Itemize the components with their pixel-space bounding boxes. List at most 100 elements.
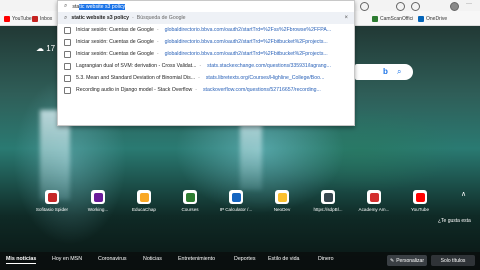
- tile-label: YouTube: [410, 207, 430, 212]
- quick-link-tile[interactable]: Academy Am...: [354, 190, 394, 230]
- tile-icon: [91, 190, 105, 204]
- tile-icon: [413, 190, 427, 204]
- favorite-label: YouTube: [12, 16, 32, 22]
- tile-icon: [275, 190, 289, 204]
- quick-link-tile[interactable]: Working...: [78, 190, 118, 230]
- personalize-button[interactable]: ✎ Personalizar: [387, 255, 427, 266]
- suggestion-item[interactable]: 5.3. Mean and Standard Deviation of Bino…: [58, 72, 354, 84]
- suggestion-title: Iniciar sesión: Cuentas de Google: [76, 39, 154, 45]
- quick-link-tile[interactable]: https://sdpBl...: [308, 190, 348, 230]
- suggestion-source: Búsqueda de Google: [136, 15, 186, 21]
- pencil-icon: ✎: [390, 257, 395, 264]
- suggestion-url: stats.libretexts.org/Courses/Highline_Co…: [205, 75, 325, 81]
- suggestion-title: static website s3 policy: [71, 15, 130, 21]
- tile-label: Academy Am...: [358, 207, 390, 212]
- page-icon: [64, 26, 71, 34]
- suggestion-title: Iniciar sesión: Cuentas de Google: [76, 27, 154, 33]
- tile-label: IP Calculator /...: [219, 207, 253, 212]
- suggestion-url: globaldirectorio.bbva.com/oauth2/startTr…: [164, 27, 332, 33]
- weather-icon: ☁: [36, 44, 44, 53]
- tab-deportes[interactable]: Deportes: [234, 256, 256, 262]
- page-icon: [64, 50, 71, 58]
- quick-link-tile[interactable]: Courses: [170, 190, 210, 230]
- collapse-icon[interactable]: ∧: [461, 190, 466, 198]
- quick-link-tile[interactable]: IP Calculator /...: [216, 190, 256, 230]
- tile-icon: [367, 190, 381, 204]
- suggestion-separator: -: [199, 63, 202, 69]
- personalize-label: Personalizar: [396, 257, 424, 264]
- favorite-label: OneDrive: [426, 16, 448, 22]
- tile-icon: [45, 190, 59, 204]
- tab-entretenimiento[interactable]: Entretenimiento: [178, 256, 215, 262]
- feedback-link[interactable]: ¿Te gusta esta: [438, 218, 471, 224]
- profile-avatar[interactable]: [450, 2, 459, 11]
- autocomplete-selection: tic website s3 policy: [79, 3, 126, 10]
- page-icon: [64, 38, 71, 46]
- favorite-youtube[interactable]: YouTube: [4, 14, 32, 24]
- suggestion-url: stackoverflow.com/questions/52716657/rec…: [202, 87, 321, 93]
- extension-icon[interactable]: [396, 2, 405, 11]
- suggestion-separator: -: [195, 87, 197, 93]
- search-icon: ⌕: [64, 3, 68, 9]
- tab-mis-noticias[interactable]: Mis noticias: [6, 256, 37, 264]
- suggestion-url: stats.stackexchange.com/questions/335931…: [207, 63, 331, 69]
- suggestion-item[interactable]: Iniciar sesión: Cuentas de Google - glob…: [58, 24, 354, 36]
- suggestion-url: globaldirectorio.bbva.com/oauth2/startTr…: [164, 51, 328, 57]
- favorites-icon[interactable]: [411, 2, 420, 11]
- favorite-label: Inbox: [40, 16, 53, 22]
- tile-label: EducaChap: [131, 207, 156, 212]
- tab-noticias[interactable]: Noticias: [143, 256, 162, 262]
- suggestion-item[interactable]: Iniciar sesión: Cuentas de Google - glob…: [58, 48, 354, 60]
- suggestion-separator: -: [156, 51, 159, 57]
- tile-label: Courses: [181, 207, 199, 212]
- suggestion-separator: -: [132, 15, 134, 21]
- page-icon: [64, 62, 71, 70]
- titles-only-label: Solo títulos: [440, 257, 466, 264]
- tile-label: https://sdpBl...: [313, 207, 343, 212]
- mail-icon: [32, 16, 38, 22]
- suggestion-item[interactable]: Iniciar sesión: Cuentas de Google - glob…: [58, 36, 354, 48]
- app-icon: [372, 16, 378, 22]
- suggestion-item[interactable]: Lagrangian dual of SVM: derivation - Cro…: [58, 60, 354, 72]
- suggestion-title: Lagrangian dual of SVM: derivation - Cro…: [76, 63, 197, 69]
- collections-icon[interactable]: [360, 2, 369, 11]
- suggestion-separator: -: [198, 75, 200, 81]
- weather-widget[interactable]: ☁ 17: [36, 44, 55, 53]
- quick-link-tile[interactable]: EducaChap: [124, 190, 164, 230]
- favorite-inbox[interactable]: Inbox: [32, 14, 52, 24]
- tile-label: Working...: [87, 207, 109, 212]
- page-icon: [64, 86, 71, 94]
- tile-label: Sofitasio Spider: [35, 207, 69, 212]
- suggestion-item[interactable]: Recording audio in Django model - Stack …: [58, 84, 354, 96]
- close-icon[interactable]: ×: [344, 15, 348, 21]
- search-icon[interactable]: ⌕: [397, 67, 407, 77]
- tab-coronavirus[interactable]: Coronavirus: [98, 256, 127, 262]
- suggestion-item[interactable]: ⌕ static website s3 policy - Búsqueda de…: [58, 12, 354, 24]
- tile-icon: [137, 190, 151, 204]
- suggestion-url: globaldirectorio.bbva.com/oauth2/startTr…: [164, 39, 328, 45]
- titles-only-button[interactable]: Solo títulos: [431, 255, 475, 266]
- tab-estilo-de-vida[interactable]: Estilo de vida: [268, 256, 300, 262]
- more-icon[interactable]: ···: [466, 1, 472, 7]
- suggestion-title: Iniciar sesión: Cuentas de Google: [76, 51, 154, 57]
- suggestion-separator: -: [156, 39, 159, 45]
- address-input[interactable]: ⌕ sta tic website s3 policy: [58, 1, 354, 12]
- weather-temp: 17: [46, 44, 56, 53]
- tab-dinero[interactable]: Dinero: [318, 256, 334, 262]
- youtube-icon: [4, 16, 10, 22]
- favorite-label: CamScanOffici: [380, 16, 414, 22]
- suggestion-title: Recording audio in Django model - Stack …: [76, 87, 193, 93]
- tab-hoy-en-msn[interactable]: Hoy en MSN: [52, 256, 82, 262]
- page-icon: [64, 74, 71, 82]
- quick-link-tile[interactable]: NeoDev: [262, 190, 302, 230]
- tile-icon: [183, 190, 197, 204]
- tile-icon: [229, 190, 243, 204]
- suggestion-title: 5.3. Mean and Standard Deviation of Bino…: [76, 75, 196, 81]
- quick-link-tile[interactable]: Sofitasio Spider: [32, 190, 72, 230]
- quick-link-tile[interactable]: YouTube: [400, 190, 440, 230]
- onedrive-icon: [418, 16, 424, 22]
- suggestion-separator: -: [156, 27, 159, 33]
- favorite-camscan[interactable]: CamScanOffici: [372, 14, 413, 24]
- bing-icon: b: [383, 67, 388, 76]
- favorite-onedrive[interactable]: OneDrive: [418, 14, 447, 24]
